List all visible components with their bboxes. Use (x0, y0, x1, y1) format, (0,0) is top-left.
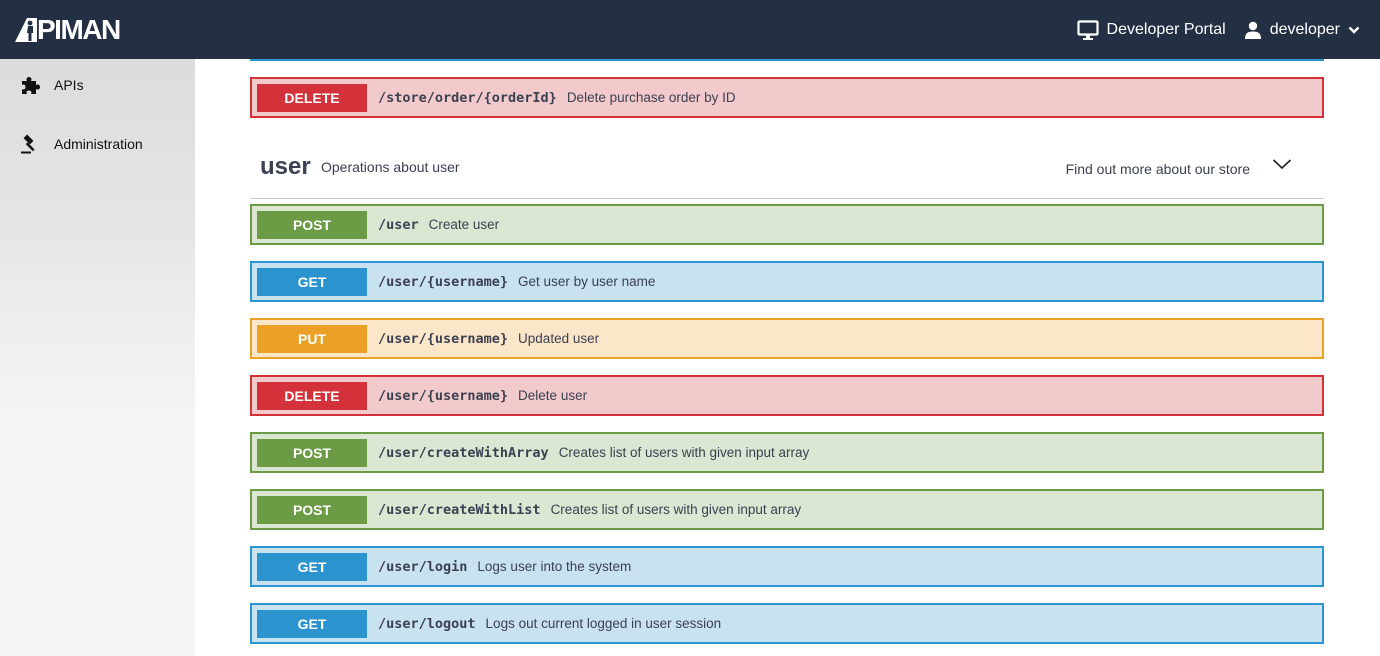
sidebar: APIs Administration (0, 59, 195, 656)
operation-description: Logs user into the system (477, 559, 632, 574)
method-badge: POST (257, 495, 367, 524)
operation-row[interactable]: GET /user/logout Logs out current logged… (250, 603, 1324, 644)
operation-path: /store/order/{orderId} (378, 89, 557, 106)
tag-section-header[interactable]: user Operations about user Find out more… (250, 139, 1324, 199)
user-name-label: developer (1269, 20, 1340, 38)
logo-wordmark: PIMAN (37, 14, 121, 45)
method-badge: DELETE (257, 381, 367, 410)
method-badge: PUT (257, 324, 367, 353)
sidebar-item-administration[interactable]: Administration (20, 134, 143, 154)
method-badge: DELETE (257, 83, 367, 112)
operation-description: Creates list of users with given input a… (550, 502, 802, 517)
puzzle-piece-icon (22, 77, 40, 94)
chevron-down-icon[interactable] (1272, 157, 1292, 171)
api-operations-panel: DELETE /store/order/{orderId} Delete pur… (195, 59, 1380, 656)
sidebar-item-apis[interactable]: APIs (20, 75, 84, 95)
operation-description: Logs out current logged in user session (485, 616, 722, 631)
method-badge: POST (257, 210, 367, 239)
operation-path: /user/logout (378, 615, 476, 632)
user-menu-dropdown[interactable]: developer (1244, 21, 1360, 39)
external-docs-link[interactable]: Find out more about our store (1066, 161, 1250, 177)
operation-description: Updated user (518, 331, 600, 346)
operation-description: Get user by user name (518, 274, 656, 289)
method-badge: GET (257, 609, 367, 638)
operation-description: Create user (428, 217, 500, 232)
previous-operation-edge (250, 59, 1324, 61)
operation-row[interactable]: GET /user/login Logs user into the syste… (250, 546, 1324, 587)
operation-row[interactable]: POST /user/createWithArray Creates list … (250, 432, 1324, 473)
method-badge: GET (257, 552, 367, 581)
operation-path: /user/{username} (378, 330, 509, 347)
operation-description: Delete user (518, 388, 588, 403)
user-icon (1244, 21, 1261, 39)
method-badge: POST (257, 438, 367, 467)
operation-row[interactable]: PUT /user/{username} Updated user (250, 318, 1324, 359)
operation-path: /user/login (378, 558, 468, 575)
operation-row[interactable]: POST /user Create user (250, 204, 1324, 245)
chevron-down-icon (1348, 26, 1360, 34)
tag-description: Operations about user (321, 159, 460, 175)
operation-description: Creates list of users with given input a… (558, 445, 810, 460)
method-badge: GET (257, 267, 367, 296)
operation-row[interactable]: GET /user/{username} Get user by user na… (250, 261, 1324, 302)
developer-portal-link[interactable]: Developer Portal (1076, 19, 1226, 40)
monitor-icon (1076, 19, 1099, 40)
operation-row[interactable]: DELETE /user/{username} Delete user (250, 375, 1324, 416)
operation-path: /user/{username} (378, 273, 509, 290)
apiman-logo[interactable]: APIMAN PIMAN (15, 14, 121, 46)
operation-description: Delete purchase order by ID (566, 90, 736, 105)
operation-path: /user/{username} (378, 387, 509, 404)
sidebar-item-label: Administration (54, 136, 143, 152)
apiman-logo-mark-icon (15, 18, 37, 42)
tag-name: user (260, 153, 311, 180)
sidebar-item-label: APIs (54, 77, 84, 93)
operation-path: /user/createWithList (378, 501, 541, 518)
operation-path: /user (378, 216, 419, 233)
operation-path: /user/createWithArray (378, 444, 549, 461)
operation-row[interactable]: POST /user/createWithList Creates list o… (250, 489, 1324, 530)
gavel-icon (21, 134, 35, 154)
operation-row-delete-store-order[interactable]: DELETE /store/order/{orderId} Delete pur… (250, 77, 1324, 118)
developer-portal-label: Developer Portal (1106, 20, 1226, 38)
top-navbar: APIMAN PIMAN Developer Portal developer (0, 0, 1380, 59)
